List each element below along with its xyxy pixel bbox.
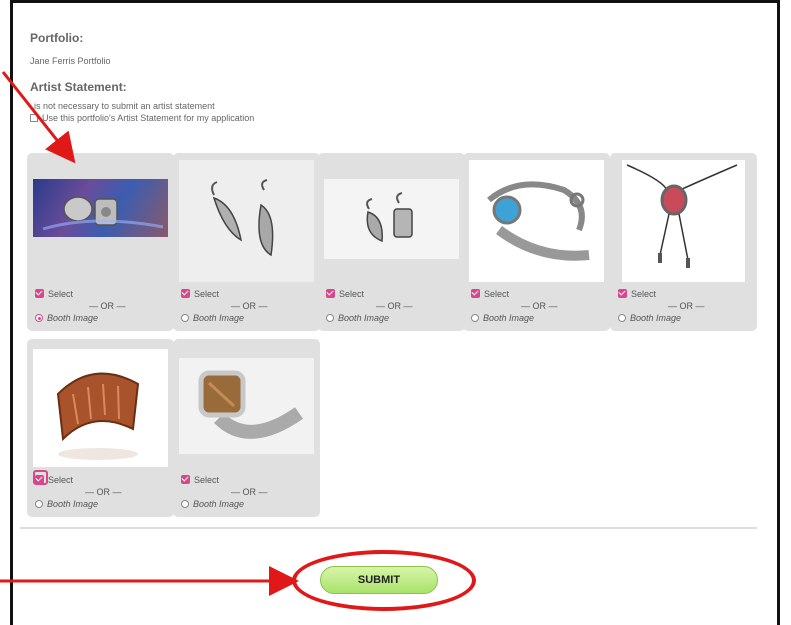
arrow-to-first-image xyxy=(1,71,76,164)
annotation-arrows xyxy=(0,71,299,596)
